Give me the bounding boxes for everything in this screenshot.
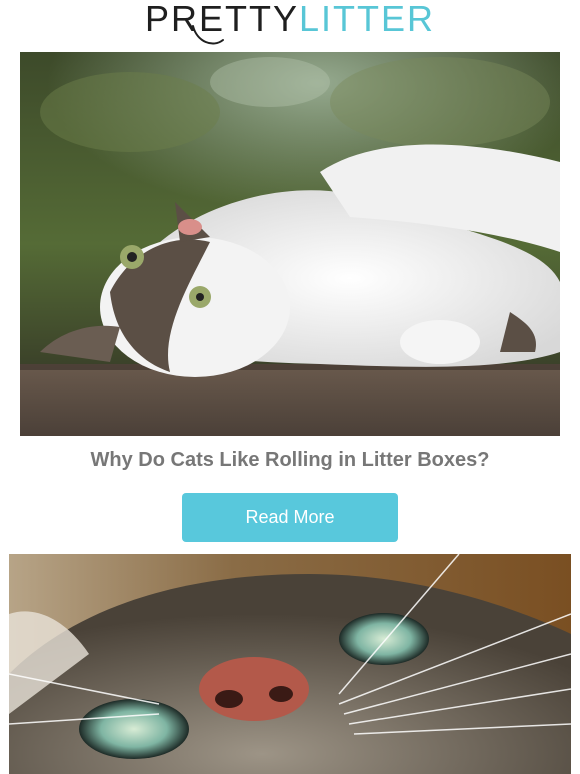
read-more-button[interactable]: Read More xyxy=(182,493,398,542)
article-title[interactable]: Why Do Cats Like Rolling in Litter Boxes… xyxy=(0,446,580,474)
second-article-image[interactable] xyxy=(9,554,571,774)
article-hero-image[interactable] xyxy=(20,52,560,436)
logo-swash-icon xyxy=(192,25,224,45)
cat-closeup-photo xyxy=(9,554,571,774)
email-page: PRETTY LITTER Why Do Cats Like Rolling i… xyxy=(0,0,580,774)
pretty-litter-logo[interactable]: PRETTY LITTER xyxy=(0,0,580,52)
logo-text-litter: LITTER xyxy=(299,0,436,39)
cat-rolling-photo xyxy=(20,52,560,436)
